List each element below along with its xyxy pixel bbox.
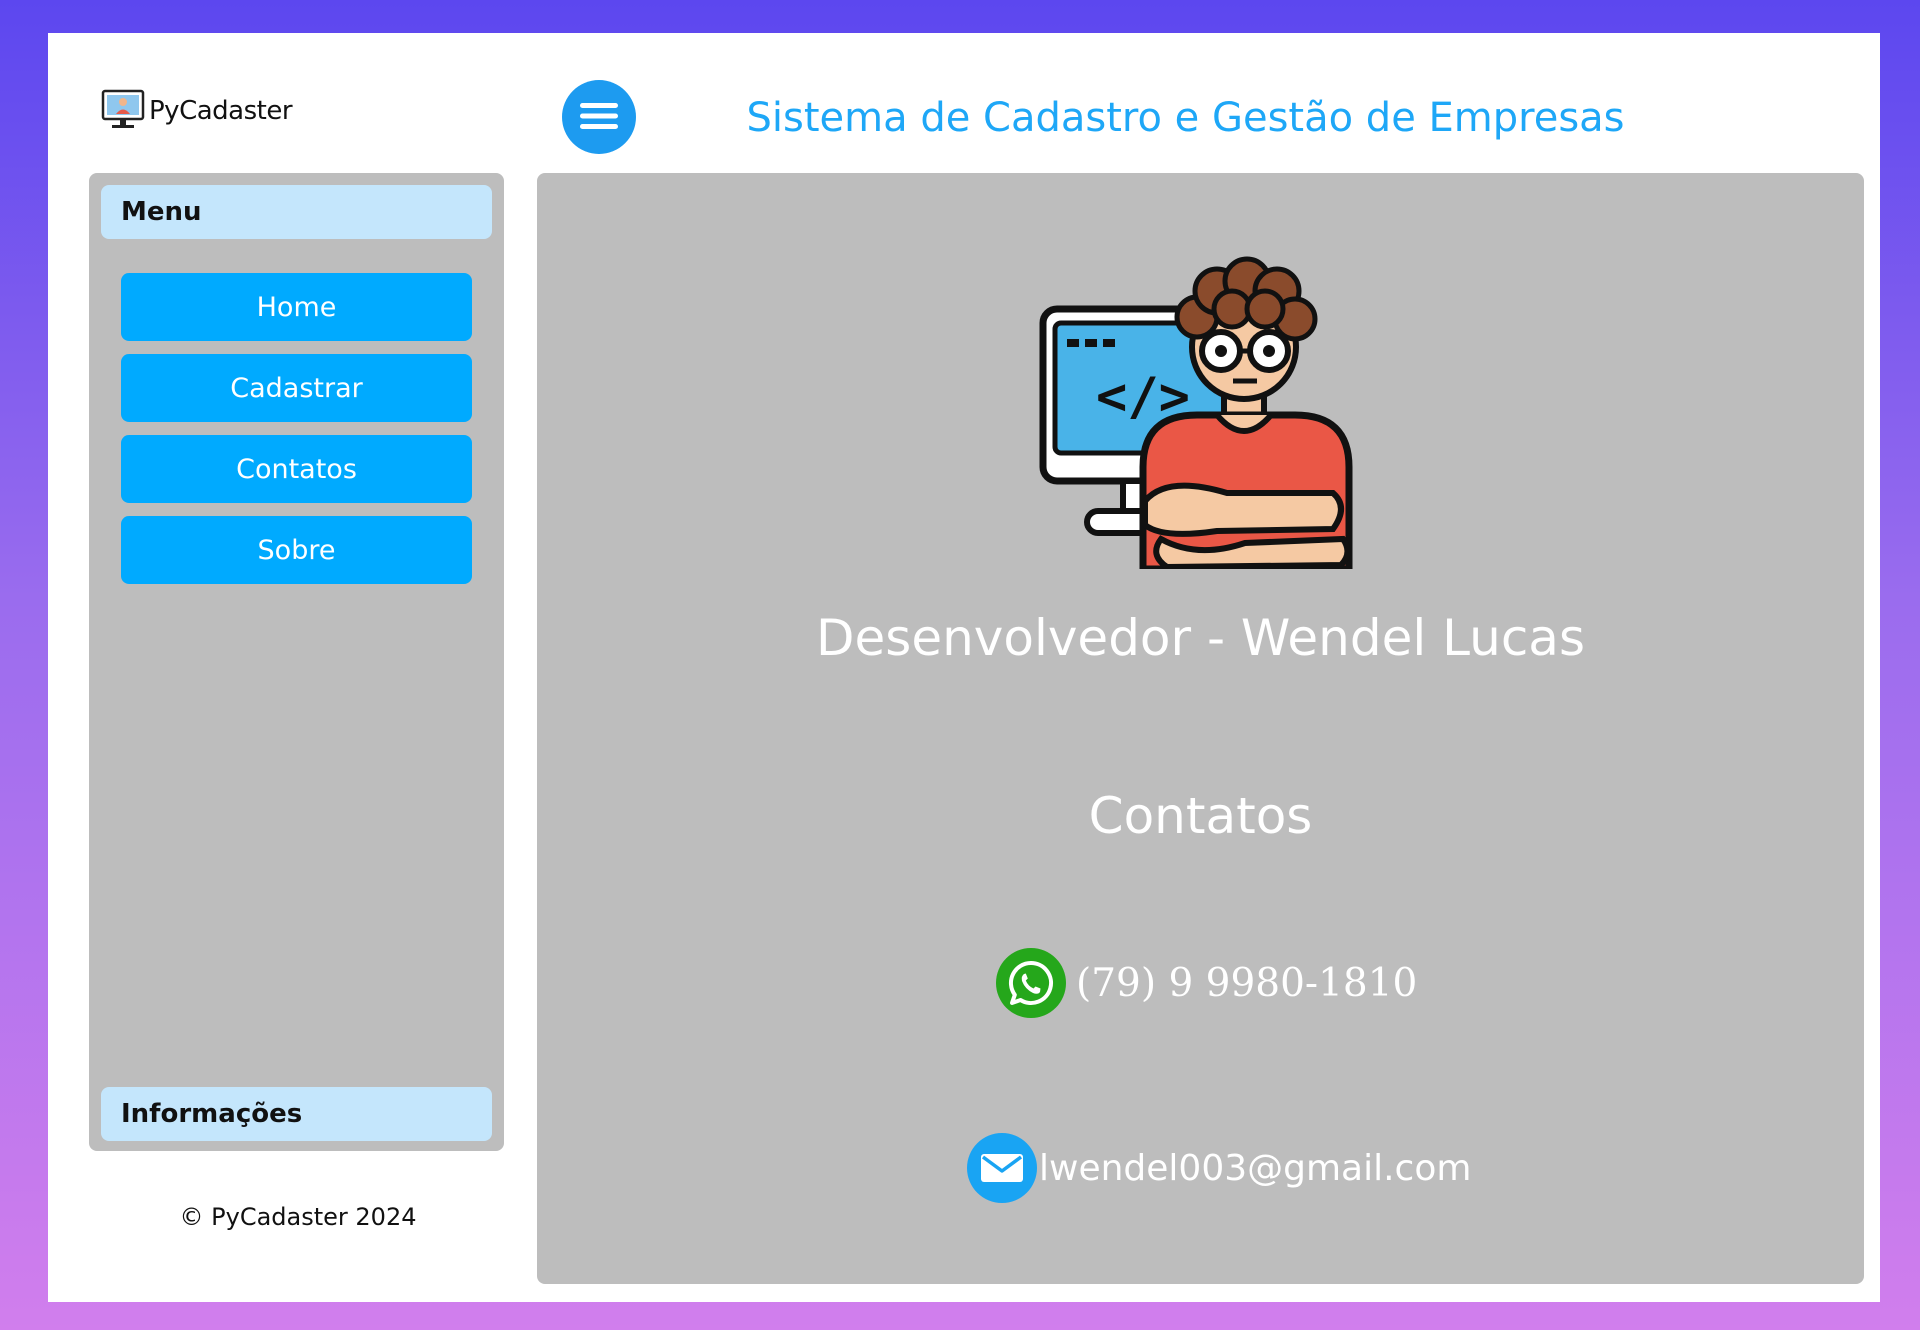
monitor-logo-icon	[101, 87, 145, 136]
sidebar: Menu Home Cadastrar Contatos Sobre Infor…	[89, 173, 504, 1151]
nav-sobre-button[interactable]: Sobre	[121, 516, 472, 584]
footer-copyright: © PyCadaster 2024	[179, 1203, 417, 1231]
info-header[interactable]: Informações	[101, 1087, 492, 1141]
main-panel: </> Desenvolvedor - Wendel Lucas Contato…	[537, 173, 1864, 1284]
email-address: lwendel003@gmail.com	[1039, 1147, 1472, 1189]
whatsapp-contact[interactable]: (79) 9 9980-1810	[996, 948, 1417, 1018]
app-window: PyCadaster Sistema de Cadastro e Gestão …	[48, 33, 1880, 1302]
nav-cadastrar-button[interactable]: Cadastrar	[121, 354, 472, 422]
menu-header: Menu	[101, 185, 492, 239]
email-contact[interactable]: lwendel003@gmail.com	[967, 1133, 1471, 1203]
nav-contatos-button[interactable]: Contatos	[121, 435, 472, 503]
phone-number: (79) 9 9980-1810	[1076, 960, 1418, 1006]
app-logo: PyCadaster	[101, 89, 293, 131]
hamburger-menu-button[interactable]	[562, 80, 636, 154]
developer-name: Desenvolvedor - Wendel Lucas	[816, 609, 1585, 667]
nav-home-button[interactable]: Home	[121, 273, 472, 341]
developer-avatar-icon: </>	[1027, 239, 1357, 574]
app-title: Sistema de Cadastro e Gestão de Empresas	[746, 95, 1625, 141]
hamburger-menu-icon	[577, 98, 621, 137]
contacts-title: Contatos	[1088, 787, 1313, 845]
email-icon	[967, 1133, 1037, 1203]
whatsapp-icon	[996, 948, 1066, 1018]
app-logo-text: PyCadaster	[149, 96, 293, 126]
